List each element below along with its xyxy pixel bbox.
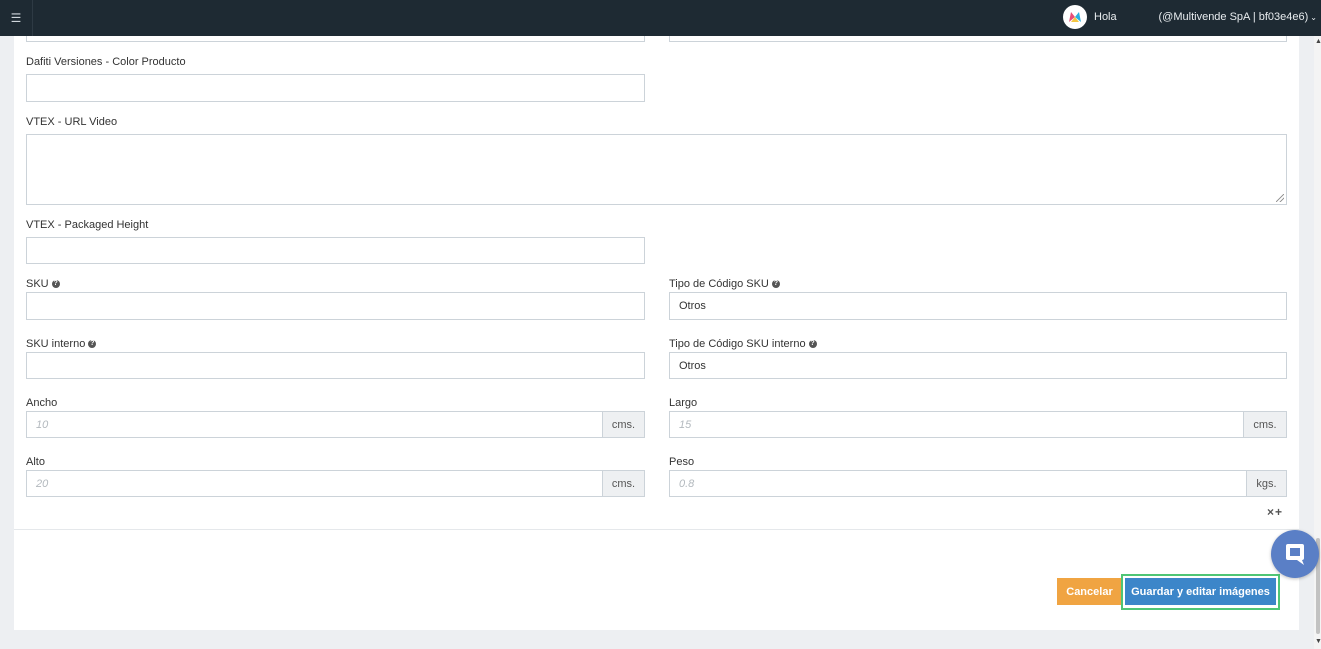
resize-handle[interactable] [1276, 194, 1284, 202]
product-form-panel: Dafiti Versiones - Color Producto VTEX -… [14, 0, 1299, 630]
largo-input[interactable]: 15 [669, 411, 1244, 438]
menu-icon: ☰ [10, 11, 22, 25]
alto-unit-addon: cms. [602, 470, 645, 497]
remove-icon[interactable]: × [1267, 505, 1275, 519]
chevron-down-icon: ⌄ [1310, 13, 1317, 22]
sku-internal-label-text: SKU interno [26, 338, 86, 350]
sku-code-type-select[interactable]: Otros [669, 292, 1287, 320]
user-greeting: Hola [1094, 11, 1117, 23]
ancho-input[interactable]: 10 [26, 411, 603, 438]
sku-code-type-label-text: Tipo de Código SKU [669, 278, 769, 290]
sku-internal-code-type-label-text: Tipo de Código SKU interno [669, 338, 806, 350]
dafiti-color-label: Dafiti Versiones - Color Producto [26, 56, 186, 68]
chat-icon [1286, 544, 1304, 565]
sku-label: SKU? [26, 278, 60, 290]
peso-label: Peso [669, 456, 695, 468]
largo-label: Largo [669, 397, 698, 409]
vtex-packaged-height-input[interactable] [26, 237, 645, 264]
help-icon[interactable]: ? [808, 340, 817, 349]
brand-logo-icon [1069, 12, 1081, 22]
largo-unit-addon: cms. [1243, 411, 1287, 438]
save-and-edit-images-button[interactable]: Guardar y editar imágenes [1125, 578, 1276, 605]
ancho-label: Ancho [26, 397, 58, 409]
top-navbar: ☰ Hola (@Multivende SpA | bf03e4e6) ⌄ [0, 0, 1321, 36]
help-icon[interactable]: ? [88, 340, 97, 349]
chat-widget-button[interactable] [1271, 530, 1319, 578]
scroll-up-arrow[interactable]: ▲ [1315, 38, 1321, 45]
sku-internal-code-type-label: Tipo de Código SKU interno? [669, 338, 817, 350]
peso-input[interactable]: 0.8 [669, 470, 1247, 497]
account-label: (@Multivende SpA | bf03e4e6) [1158, 11, 1309, 23]
help-icon[interactable]: ? [51, 280, 60, 289]
row-actions: ×+ [1267, 505, 1283, 519]
vtex-packaged-height-label: VTEX - Packaged Height [26, 219, 149, 231]
alto-label: Alto [26, 456, 45, 468]
help-icon[interactable]: ? [771, 280, 780, 289]
peso-unit-addon: kgs. [1246, 470, 1287, 497]
vtex-video-textarea[interactable] [26, 134, 1287, 205]
cancel-button[interactable]: Cancelar [1057, 578, 1122, 605]
alto-input[interactable]: 20 [26, 470, 603, 497]
avatar[interactable] [1063, 5, 1087, 29]
menu-toggle-button[interactable]: ☰ [0, 0, 33, 36]
sku-code-type-label: Tipo de Código SKU? [669, 278, 780, 290]
scroll-down-arrow[interactable]: ▼ [1315, 638, 1321, 645]
sku-internal-input[interactable] [26, 352, 645, 379]
dafiti-color-input[interactable] [26, 74, 645, 102]
add-icon[interactable]: + [1275, 505, 1283, 519]
divider [14, 529, 1299, 530]
vtex-video-label: VTEX - URL Video [26, 116, 118, 128]
sku-label-text: SKU [26, 278, 49, 290]
save-button-highlight: Guardar y editar imágenes [1121, 574, 1280, 610]
account-menu[interactable]: (@Multivende SpA | bf03e4e6) ⌄ [1159, 11, 1317, 23]
sku-internal-label: SKU interno? [26, 338, 97, 350]
sku-internal-code-type-select[interactable]: Otros [669, 352, 1287, 379]
ancho-unit-addon: cms. [602, 411, 645, 438]
sku-input[interactable] [26, 292, 645, 320]
